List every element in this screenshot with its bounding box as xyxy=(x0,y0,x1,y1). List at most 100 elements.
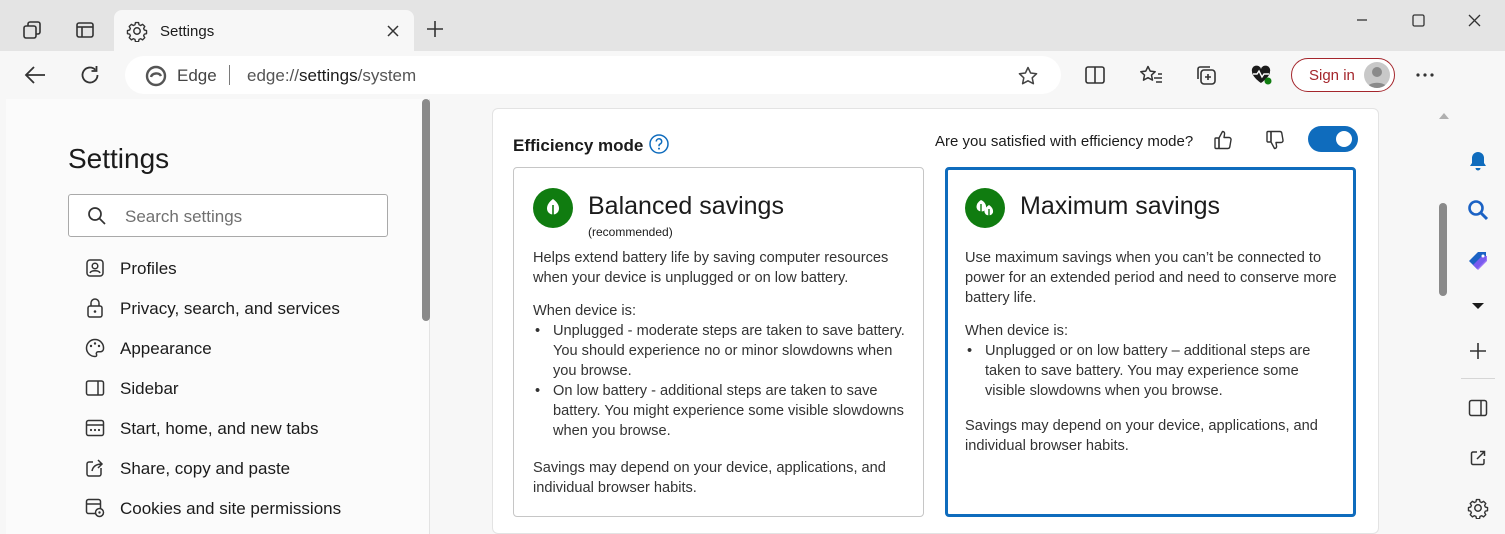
maximum-savings-option[interactable]: Maximum savings Use maximum savings when… xyxy=(945,167,1356,517)
site-identity-label: Edge xyxy=(177,66,217,85)
toggle-knob xyxy=(1336,131,1352,147)
close-icon xyxy=(1468,14,1480,26)
split-screen-icon xyxy=(1085,66,1105,84)
more-icon xyxy=(1416,73,1434,77)
toolbar: Edge edge://settings/system Sign in xyxy=(0,51,1505,99)
option-description: Helps extend battery life by saving comp… xyxy=(533,250,889,286)
search-sidebar-button[interactable] xyxy=(1460,192,1496,228)
palette-icon xyxy=(84,337,106,359)
list-item: Unplugged or on low battery – additional… xyxy=(965,341,1340,401)
cookies-icon xyxy=(84,497,106,519)
hide-sidebar-button[interactable] xyxy=(1460,390,1496,426)
sidebar-item-cookies[interactable]: Cookies and site permissions xyxy=(78,494,408,524)
tab-actions-icon xyxy=(76,22,94,38)
settings-nav-pane: Settings Search settings Profiles Privac… xyxy=(6,99,430,534)
workspaces-button[interactable] xyxy=(14,12,50,48)
lock-icon xyxy=(84,297,106,319)
thumbs-down-button[interactable] xyxy=(1265,129,1285,151)
sidebar-item-label: Sidebar xyxy=(120,379,179,398)
share-icon xyxy=(84,457,106,479)
sidebar-item-label: Start, home, and new tabs xyxy=(120,419,319,438)
gear-icon xyxy=(126,20,148,42)
content-scrollbar[interactable] xyxy=(1438,99,1450,534)
divider xyxy=(229,65,230,85)
search-input[interactable]: Search settings xyxy=(68,194,388,237)
search-icon xyxy=(87,206,107,226)
more-options-button[interactable] xyxy=(1407,59,1443,91)
list-item: On low battery - additional steps are ta… xyxy=(533,381,908,441)
url-text: edge://settings/system xyxy=(247,66,417,85)
leaves-icon xyxy=(965,188,1005,228)
bullet-list: Unplugged - moderate steps are taken to … xyxy=(533,321,908,441)
bell-icon xyxy=(1470,152,1486,171)
tab-settings[interactable]: Settings xyxy=(114,10,414,52)
balanced-savings-option[interactable]: Balanced savings (recommended) Helps ext… xyxy=(513,167,924,517)
sidebar-item-share-copy-paste[interactable]: Share, copy and paste xyxy=(78,454,408,484)
scroll-thumb[interactable] xyxy=(1439,203,1447,296)
thumbs-up-button[interactable] xyxy=(1213,129,1233,151)
help-button[interactable] xyxy=(649,134,669,154)
split-screen-button[interactable] xyxy=(1077,59,1113,91)
heart-pulse-icon xyxy=(1251,65,1272,85)
collections-icon xyxy=(1197,66,1216,85)
collections-button[interactable] xyxy=(1188,59,1224,91)
sidebar-settings-button[interactable] xyxy=(1460,490,1496,526)
leaf-icon xyxy=(533,188,573,228)
new-tab-button[interactable] xyxy=(420,14,450,44)
shopping-button[interactable] xyxy=(1460,243,1496,279)
option-description: Use maximum savings when you can’t be co… xyxy=(965,250,1337,306)
sign-in-button[interactable]: Sign in xyxy=(1291,58,1395,92)
thumbs-up-icon xyxy=(1214,130,1232,150)
back-arrow-icon xyxy=(24,66,45,84)
home-tabs-icon xyxy=(84,417,106,439)
sidebar-item-profiles[interactable]: Profiles xyxy=(78,254,408,284)
notifications-button[interactable] xyxy=(1460,143,1496,179)
nav-scrollbar[interactable] xyxy=(422,99,430,321)
efficiency-mode-toggle[interactable] xyxy=(1308,126,1358,152)
maximize-button[interactable] xyxy=(1390,0,1446,40)
divider xyxy=(1461,378,1495,379)
refresh-icon xyxy=(81,66,99,84)
tab-title: Settings xyxy=(160,23,215,40)
add-favorite-button[interactable] xyxy=(1017,65,1039,87)
sidebar-item-start-home-tabs[interactable]: Start, home, and new tabs xyxy=(78,414,408,444)
open-in-window-button[interactable] xyxy=(1460,440,1496,476)
favorites-button[interactable] xyxy=(1133,59,1169,91)
sidebar-icon xyxy=(84,377,106,399)
minimize-icon xyxy=(1357,19,1367,21)
close-window-button[interactable] xyxy=(1446,0,1502,40)
add-sidebar-app-button[interactable] xyxy=(1460,333,1496,369)
sidebar-item-privacy[interactable]: Privacy, search, and services xyxy=(78,294,408,324)
option-footer: Savings may depend on your device, appli… xyxy=(533,460,886,496)
external-link-icon xyxy=(1470,450,1486,466)
profiles-icon xyxy=(84,257,106,279)
list-item: Unplugged - moderate steps are taken to … xyxy=(533,321,908,381)
efficiency-mode-card: Efficiency mode Are you satisfied with e… xyxy=(492,108,1379,534)
sidebar-item-label: Share, copy and paste xyxy=(120,459,291,478)
scroll-up-arrow-icon[interactable] xyxy=(1438,111,1450,121)
option-title: Balanced savings xyxy=(588,192,784,220)
shopping-tag-icon xyxy=(1469,252,1487,270)
back-button[interactable] xyxy=(17,59,53,91)
browser-essentials-button[interactable] xyxy=(1243,59,1279,91)
close-tab-button[interactable] xyxy=(382,20,404,42)
plus-icon xyxy=(1470,343,1486,359)
refresh-button[interactable] xyxy=(72,59,108,91)
star-icon xyxy=(1018,66,1038,85)
address-bar[interactable]: Edge edge://settings/system xyxy=(125,56,1061,94)
more-sidebar-apps-button[interactable] xyxy=(1460,288,1496,324)
bullet-list: Unplugged or on low battery – additional… xyxy=(965,341,1340,401)
minimize-button[interactable] xyxy=(1334,0,1390,40)
favorites-icon xyxy=(1140,65,1162,83)
sidebar-item-appearance[interactable]: Appearance xyxy=(78,334,408,364)
tab-actions-button[interactable] xyxy=(67,12,103,48)
avatar xyxy=(1364,62,1390,88)
sidebar-item-sidebar[interactable]: Sidebar xyxy=(78,374,408,404)
maximize-icon xyxy=(1411,13,1425,27)
edge-logo-icon xyxy=(145,65,167,87)
help-icon xyxy=(649,134,669,154)
option-title: Maximum savings xyxy=(1020,192,1221,220)
sidebar-item-label: Cookies and site permissions xyxy=(120,499,342,518)
thumbs-down-icon xyxy=(1266,130,1284,150)
sidebar-icon xyxy=(1468,399,1488,417)
